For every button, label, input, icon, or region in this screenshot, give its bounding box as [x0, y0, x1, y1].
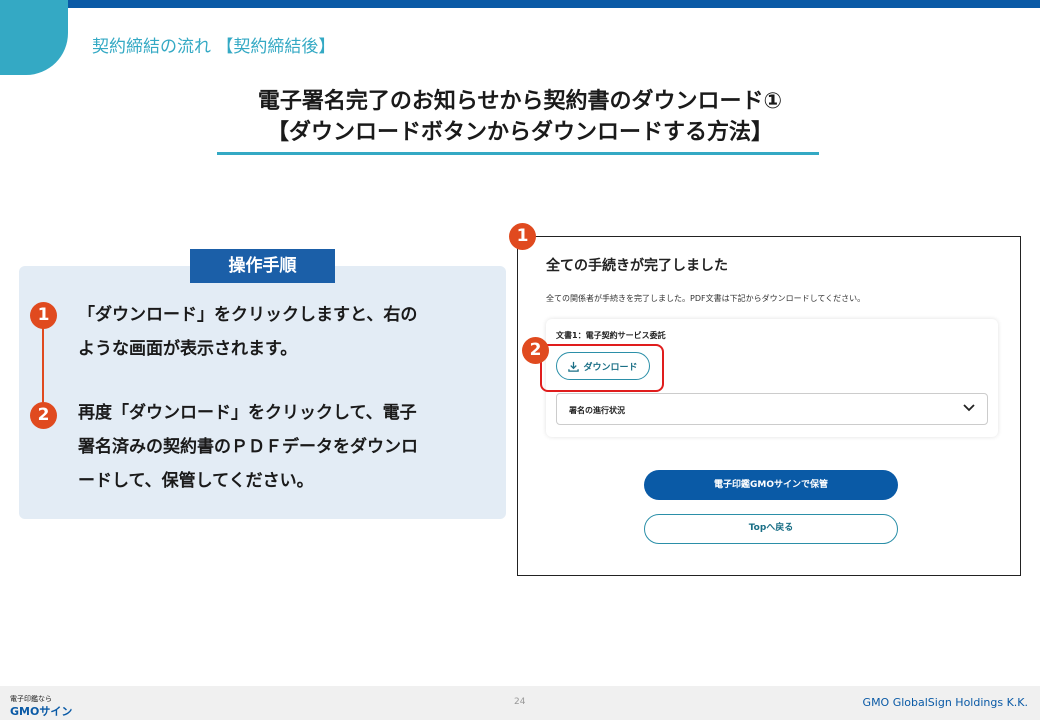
- signing-progress-label: 署名の進行状況: [569, 406, 625, 415]
- title-underline: [217, 152, 819, 155]
- chevron-down-icon: [963, 404, 975, 412]
- footer: 電子印鑑なら GMOサイン 24 GMO GlobalSign Holdings…: [0, 686, 1040, 720]
- screenshot-marker-1: 1: [509, 223, 536, 250]
- signing-progress-accordion[interactable]: 署名の進行状況: [556, 393, 988, 425]
- instructions-heading: 操作手順: [190, 249, 335, 283]
- back-to-top-button[interactable]: Topへ戻る: [644, 514, 898, 544]
- step-text-1: 「ダウンロード」をクリックしますと、右の ような画面が表示されます。: [78, 298, 468, 366]
- step-1-line1: 「ダウンロード」をクリックしますと、右の: [78, 305, 418, 325]
- page-title-line2: 【ダウンロードボタンからダウンロードする方法】: [266, 120, 773, 145]
- step-number-2: 2: [30, 402, 57, 429]
- step-text-2: 再度「ダウンロード」をクリックして、電子 署名済みの契約書のＰＤＦデータをダウン…: [78, 396, 468, 498]
- download-highlight-box: [540, 344, 664, 392]
- corner-decoration: [0, 0, 68, 75]
- company-name: GMO GlobalSign Holdings K.K.: [862, 696, 1028, 709]
- page-number: 24: [514, 697, 526, 707]
- step-1-line2: ような画面が表示されます。: [78, 339, 298, 359]
- breadcrumb: 契約締結の流れ 【契約締結後】: [92, 37, 336, 57]
- completion-description: 全ての関係者が手続きを完了しました。PDF文書は下記からダウンロードしてください…: [546, 294, 866, 303]
- page-title: 電子署名完了のお知らせから契約書のダウンロード① 【ダウンロードボタンからダウン…: [0, 86, 1040, 148]
- completion-screen-screenshot: 全ての手続きが完了しました 全ての関係者が手続きを完了しました。PDF文書は下記…: [517, 236, 1021, 576]
- footer-logo: GMOサイン: [10, 705, 73, 718]
- screenshot-marker-2: 2: [522, 337, 549, 364]
- step-connector-line: [42, 316, 44, 414]
- save-to-gmosign-button[interactable]: 電子印鑑GMOサインで保管: [644, 470, 898, 500]
- step-2-line1: 再度「ダウンロード」をクリックして、電子: [78, 403, 417, 423]
- document-label: 文書1：電子契約サービス委託: [556, 331, 666, 340]
- step-2-line2: 署名済みの契約書のＰＤＦデータをダウンロ: [78, 437, 418, 457]
- completion-title: 全ての手続きが完了しました: [546, 258, 728, 274]
- top-accent-bar: [0, 0, 1040, 8]
- step-2-line3: ードして、保管してください。: [78, 471, 314, 491]
- page-title-line1: 電子署名完了のお知らせから契約書のダウンロード①: [257, 89, 783, 114]
- step-number-1: 1: [30, 302, 57, 329]
